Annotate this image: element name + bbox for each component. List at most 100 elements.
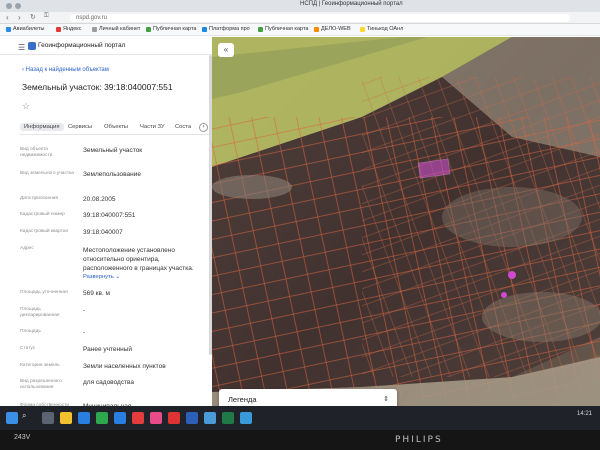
bookmark-icon — [92, 26, 97, 32]
field-label: Дата присвоения — [20, 196, 59, 201]
field-label: Адрес — [20, 246, 34, 251]
parcel-marker[interactable] — [501, 292, 507, 298]
back-link-label: Назад к найденным объектам — [25, 67, 109, 73]
app-icon[interactable] — [132, 412, 144, 424]
tab-objects[interactable]: Объекты — [104, 124, 128, 130]
app-icon[interactable] — [204, 412, 216, 424]
screen: НСПД | Геоинформационный портал ‹ › ↻ ⚿ … — [0, 0, 600, 430]
bookmark-item[interactable]: Личный кабинет — [92, 26, 140, 32]
bookmark-item[interactable]: Платформа про — [202, 26, 250, 32]
field-label: Вид объекта недвижимости — [20, 147, 53, 158]
tabs-scroll-right-icon[interactable]: › — [199, 123, 208, 132]
field-label: Площадь уточненная — [20, 290, 68, 295]
parcel-marker[interactable] — [508, 271, 516, 279]
excel-icon[interactable] — [222, 412, 234, 424]
search-icon[interactable]: ⌕ — [22, 411, 34, 423]
collapse-panel-button[interactable]: « — [218, 43, 234, 57]
field-value: 20.08.2005 — [83, 196, 116, 203]
bookmark-item[interactable]: Яндекс — [56, 26, 82, 32]
field-value: - — [83, 329, 86, 336]
field-label: Площадь — [20, 329, 41, 334]
lock-icon: ⚿ — [44, 13, 49, 19]
object-info-panel: ‹ Назад к найденным объектам Земельный у… — [0, 55, 212, 430]
satellite-map — [212, 37, 600, 430]
object-title: Земельный участок: 39:18:040007:551 — [22, 82, 173, 92]
field-label: Категория земель — [20, 363, 60, 368]
field-label: Кадастровый номер — [20, 212, 65, 217]
field-label: Статус — [20, 346, 36, 351]
favorite-star-icon[interactable]: ☆ — [22, 101, 30, 112]
field-value: 39:18:040007 — [83, 229, 123, 236]
portal-logo — [28, 42, 36, 50]
monitor-model: 243V — [14, 434, 31, 441]
field-value: Земельный участок — [83, 147, 143, 154]
bookmark-item[interactable]: Авиабилеты — [6, 26, 45, 32]
task-view-icon[interactable] — [42, 412, 54, 424]
browser-titlebar: НСПД | Геоинформационный портал — [0, 0, 600, 12]
field-value: 569 кв. м — [83, 290, 111, 297]
app-icon[interactable] — [240, 412, 252, 424]
expand-address-link[interactable]: Развернуть ⌄ — [83, 274, 120, 280]
taskbar-clock[interactable]: 14:21 — [577, 410, 592, 418]
forward-arrow-icon[interactable]: › — [18, 13, 21, 22]
bookmark-icon — [146, 26, 151, 32]
bookmark-icon — [314, 26, 319, 32]
menu-icon[interactable]: ☰ — [18, 43, 25, 52]
app-icon[interactable] — [96, 412, 108, 424]
bookmark-icon — [258, 26, 263, 32]
back-arrow-icon[interactable]: ‹ — [6, 13, 9, 22]
info-tabs: Информация Сервисы Объекты Части ЗУ Сост… — [20, 121, 210, 135]
expand-label: Развернуть — [83, 274, 114, 280]
terrain-patch — [212, 175, 292, 199]
mail-icon[interactable] — [78, 412, 90, 424]
legend-label: Легенда — [228, 395, 257, 404]
terrain-patch — [482, 292, 600, 342]
field-label: Вид земельного участка — [20, 171, 74, 176]
terrain-patch — [442, 187, 582, 247]
app-header: ☰ Геоинформационный портал — [0, 37, 212, 55]
bookmark-icon — [56, 26, 61, 32]
file-explorer-icon[interactable] — [60, 412, 72, 424]
back-to-results-link[interactable]: ‹ Назад к найденным объектам — [22, 67, 109, 73]
field-value: Землепользование — [83, 171, 141, 178]
word-icon[interactable] — [186, 412, 198, 424]
monitor-bezel: 243V PHILIPS — [0, 430, 600, 450]
field-label: Кадастровый квартал — [20, 229, 69, 234]
field-value: Местоположение установлено относительно … — [83, 247, 194, 272]
clock-time: 14:21 — [576, 411, 592, 417]
window-control-icon[interactable] — [6, 3, 12, 9]
bookmark-item[interactable]: Тинькод ОАнл — [360, 26, 403, 32]
monitor-brand: PHILIPS — [395, 435, 443, 445]
field-value: Ранее учтенный — [83, 346, 132, 353]
bookmark-item[interactable]: ДЕЛО-WEB — [314, 26, 351, 32]
bookmark-item[interactable]: Публичная карта — [258, 26, 308, 32]
window-control-icon[interactable] — [15, 3, 21, 9]
window-title: НСПД | Геоинформационный портал — [300, 1, 403, 7]
field-value: Земли населенных пунктов — [83, 363, 166, 370]
field-label: Вид разрешенного использования — [20, 379, 62, 390]
start-icon[interactable] — [6, 412, 18, 424]
app-title: Геоинформационный портал — [38, 42, 126, 49]
bookmark-icon — [6, 26, 11, 32]
tab-composition[interactable]: Соста — [175, 124, 191, 130]
field-label: Площадь декларированная — [20, 307, 60, 318]
address-bar: ‹ › ↻ ⚿ nspd.gov.ru — [0, 12, 600, 24]
map-view[interactable]: « Легенда ⇕ — [212, 37, 600, 430]
yandex-icon[interactable] — [150, 412, 162, 424]
bookmark-item[interactable]: Публичная карта — [146, 26, 196, 32]
bookmarks-bar: Авиабилеты Яндекс Личный кабинет Публичн… — [0, 24, 600, 36]
reload-icon[interactable]: ↻ — [30, 13, 36, 21]
tab-info[interactable]: Информация — [20, 123, 64, 131]
tab-services[interactable]: Сервисы — [68, 124, 92, 130]
taskbar: ⌕ 14:21 — [0, 406, 600, 430]
bookmark-icon — [360, 26, 365, 32]
edge-icon[interactable] — [114, 412, 126, 424]
chevron-updown-icon: ⇕ — [383, 396, 389, 403]
bookmark-icon — [202, 26, 207, 32]
url-field[interactable]: nspd.gov.ru — [70, 14, 570, 22]
pdf-icon[interactable] — [168, 412, 180, 424]
field-value: для садоводства — [83, 379, 135, 386]
tab-parts[interactable]: Части ЗУ — [140, 124, 165, 130]
field-value: 39:18:040007:551 — [83, 212, 136, 219]
field-value: - — [83, 307, 86, 314]
